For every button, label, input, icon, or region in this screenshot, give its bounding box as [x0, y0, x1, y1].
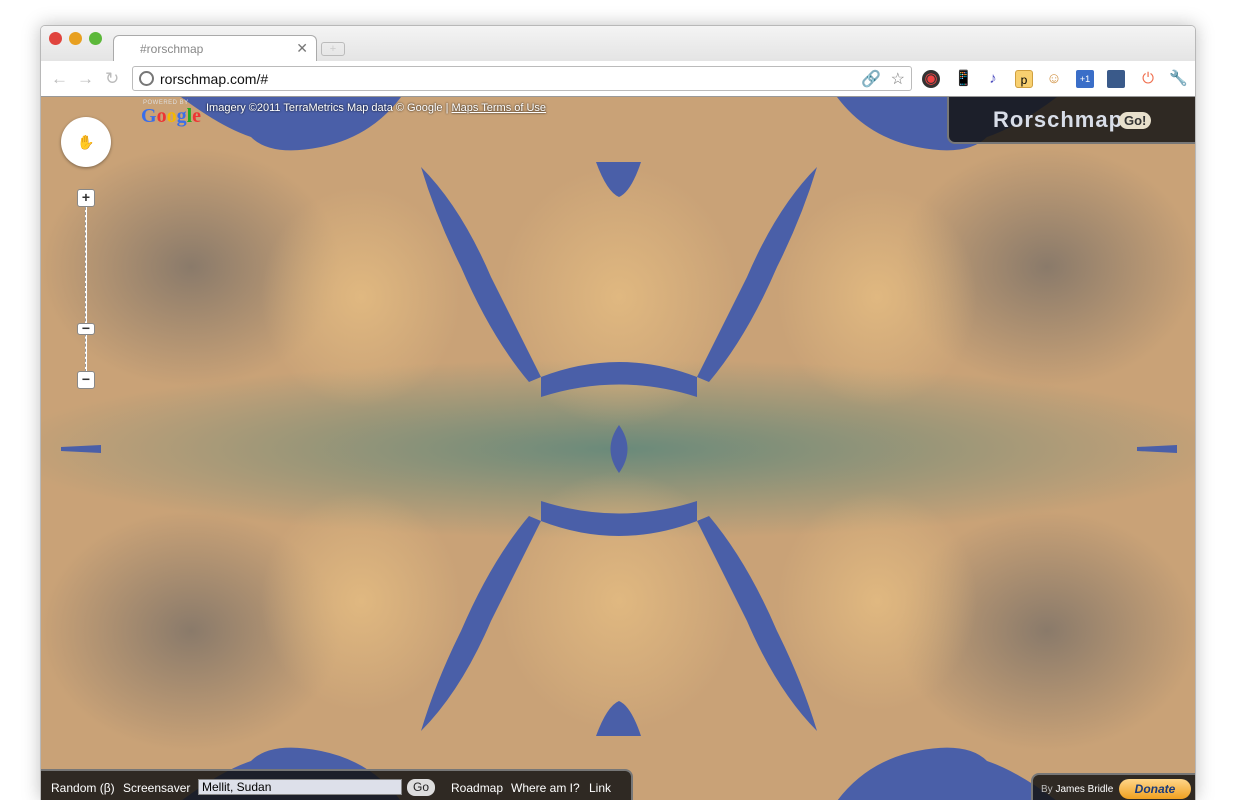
browser-window: #rorschmap ✕ + ← → ↻ rorschmap.com/# 🔗 ☆… [40, 25, 1196, 800]
minimize-window-button[interactable] [69, 32, 82, 45]
face-icon[interactable]: ☺ [1045, 70, 1063, 88]
map-attribution: Imagery ©2011 TerraMetrics Map data © Go… [206, 102, 546, 114]
url-text: rorschmap.com/# [160, 71, 269, 87]
window-icon[interactable] [1107, 70, 1125, 88]
zoom-slider[interactable] [85, 197, 87, 377]
map-canvas[interactable]: POWERED BY Google Imagery ©2011 TerraMet… [41, 97, 1195, 800]
tab-title: #rorschmap [140, 42, 204, 56]
p-icon[interactable]: p [1015, 70, 1033, 88]
pan-control[interactable]: ✋ [61, 117, 111, 167]
globe-icon [139, 71, 154, 86]
close-tab-icon[interactable]: ✕ [296, 40, 308, 57]
back-icon[interactable]: ← [51, 69, 68, 89]
address-bar[interactable]: rorschmap.com/# 🔗 ☆ [132, 66, 912, 91]
donate-button[interactable]: Donate [1119, 779, 1191, 799]
by-label: By [1041, 784, 1053, 795]
terms-link[interactable]: Maps Terms of Use [452, 102, 547, 114]
plus-one-icon[interactable]: +1 [1076, 70, 1094, 88]
phone-icon[interactable]: 📱 [954, 70, 973, 88]
brand-title: Rorschmap [993, 107, 1124, 132]
author-link[interactable]: James Bridle [1055, 784, 1113, 795]
reload-icon[interactable]: ↻ [105, 69, 119, 89]
google-logo: Google [141, 105, 202, 127]
screensaver-link[interactable]: Screensaver [123, 781, 190, 795]
close-window-button[interactable] [49, 32, 62, 45]
hand-icon: ✋ [77, 134, 95, 150]
where-am-i-link[interactable]: Where am I? [511, 781, 580, 795]
go-button[interactable]: Go! [1119, 112, 1152, 129]
tab-rorschmap[interactable]: #rorschmap ✕ [113, 35, 317, 62]
attribution-text: Imagery ©2011 TerraMetrics Map data © Go… [206, 102, 449, 114]
tab-bar: #rorschmap ✕ + [41, 26, 1195, 62]
power-icon[interactable]: ⏻ [1139, 70, 1157, 88]
link-link[interactable]: Link [589, 781, 611, 795]
link-icon[interactable]: 🔗 [861, 69, 881, 89]
zoom-handle[interactable]: − [77, 321, 95, 335]
maximize-window-button[interactable] [89, 32, 102, 45]
roadmap-link[interactable]: Roadmap [451, 781, 503, 795]
zoom-out-button[interactable]: − [77, 371, 95, 389]
random-link[interactable]: Random (β) [51, 781, 115, 795]
star-icon[interactable]: ☆ [891, 69, 905, 89]
location-go-button[interactable]: Go [407, 779, 435, 796]
location-input[interactable] [198, 779, 402, 795]
credit-text: By James Bridle [1041, 784, 1113, 795]
forward-icon[interactable]: → [77, 69, 94, 89]
credit-panel: By James Bridle Donate [1031, 773, 1195, 800]
brand-panel: Rorschmap Go! [947, 97, 1195, 144]
music-icon[interactable]: ♪ [984, 70, 1002, 88]
zoom-in-button[interactable]: + [77, 189, 95, 207]
camera-icon[interactable]: ◉ [922, 70, 940, 88]
new-tab-button[interactable]: + [321, 42, 345, 56]
map-imagery [41, 97, 1195, 800]
bottom-toolbar: Random (β) Screensaver Go Roadmap Where … [41, 769, 633, 800]
wrench-icon[interactable]: 🔧 [1169, 70, 1188, 88]
toolbar: ← → ↻ rorschmap.com/# 🔗 ☆ ◉ 📱 ♪ p ☺ +1 ⏻… [41, 61, 1195, 97]
